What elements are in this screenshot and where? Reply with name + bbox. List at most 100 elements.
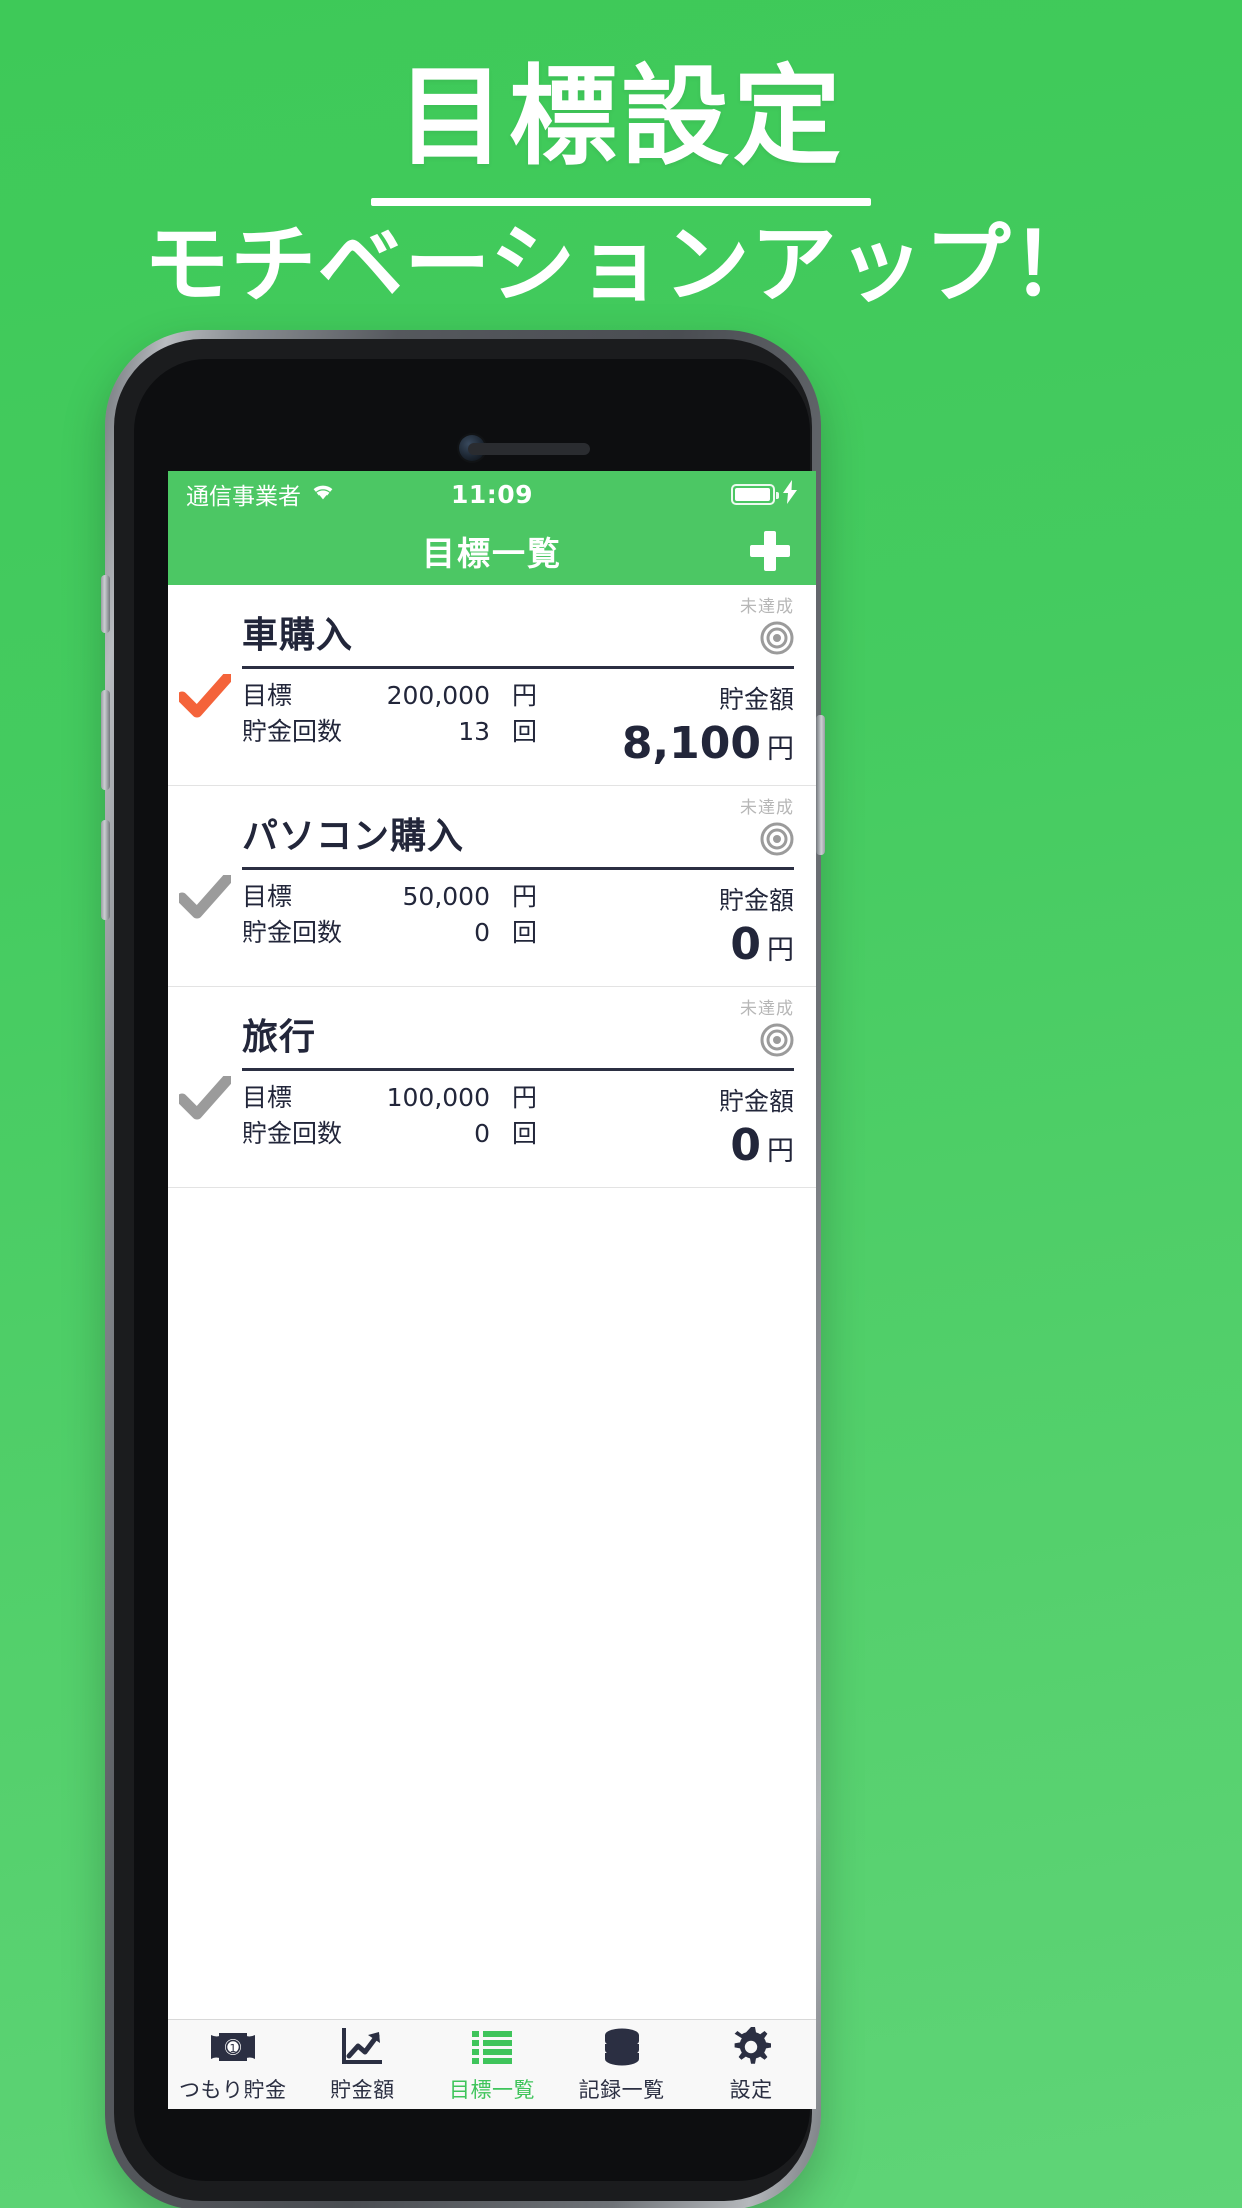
status-label: 未達成 (740, 597, 794, 617)
promo-divider (371, 198, 871, 207)
saved-amount-unit: 円 (767, 1136, 794, 1167)
goal-saved-amount: 貯金額 0円 (719, 879, 794, 970)
count-label: 貯金回数 (242, 717, 343, 747)
target-value: 50,000 (402, 882, 490, 911)
goal-check-cell[interactable] (168, 786, 242, 986)
goal-header: 車購入 未達成 (242, 599, 794, 669)
plus-icon[interactable] (750, 531, 790, 571)
tab-kiroku-ichiran[interactable]: 記録一覧 (557, 2020, 687, 2109)
saved-amount-unit: 円 (767, 935, 794, 966)
target-label: 目標 (242, 1083, 293, 1112)
target-unit: 円 (512, 882, 538, 911)
volume-down-button[interactable] (101, 820, 110, 920)
goal-metrics: 目標 200,000 円 貯金回数 13 回 貯金額 8,100 円 (242, 669, 794, 769)
lightning-bolt-icon (782, 480, 798, 508)
list-icon (471, 2026, 512, 2068)
saved-amount-label: 貯金額 (718, 685, 794, 714)
saved-amount-label: 貯金額 (718, 886, 794, 915)
phone-body: 通信事業者 11:09 目標一覧 車購入 未達成 目標 200,000 円 貯金… (114, 339, 816, 2201)
goal-title: 車購入 (242, 615, 354, 656)
target-bullseye-icon (760, 621, 794, 659)
tab-mokuhyo-ichiran[interactable]: 目標一覧 (427, 2020, 557, 2109)
saved-amount-value: 0 (730, 1120, 761, 1171)
checkmark-icon[interactable] (176, 671, 234, 722)
status-label: 未達成 (740, 999, 794, 1019)
table-row[interactable]: パソコン購入 未達成 目標 50,000 円 貯金回数 0 回 貯金額 0 円 (168, 786, 816, 987)
count-unit: 回 (512, 1119, 538, 1149)
saved-amount-value: 8,100 (621, 718, 761, 769)
count-value: 0 (474, 1119, 490, 1149)
target-value: 200,000 (386, 681, 490, 710)
goal-count-row: 貯金回数 0 回 (242, 915, 572, 951)
status-badge: 未達成 (740, 599, 794, 658)
count-value: 0 (474, 918, 490, 948)
battery-icon (731, 483, 779, 505)
goal-metrics-left: 目標 50,000 円 貯金回数 0 回 (242, 879, 572, 952)
saved-amount-label: 貯金額 (718, 1087, 794, 1116)
goal-metrics: 目標 50,000 円 貯金回数 0 回 貯金額 0 円 (242, 870, 794, 970)
phone-screen: 通信事業者 11:09 目標一覧 車購入 未達成 目標 200,000 円 貯金… (168, 471, 816, 2109)
goal-check-cell[interactable] (168, 585, 242, 785)
goal-check-cell[interactable] (168, 987, 242, 1187)
status-label: 未達成 (740, 798, 794, 818)
phone-bezel: 通信事業者 11:09 目標一覧 車購入 未達成 目標 200,000 円 貯金… (134, 359, 816, 2181)
count-label: 貯金回数 (242, 918, 343, 948)
goal-metrics-left: 目標 100,000 円 貯金回数 0 回 (242, 1080, 572, 1153)
goal-header: パソコン購入 未達成 (242, 800, 794, 870)
tab-label: つもり貯金 (179, 2077, 287, 2102)
target-value: 100,000 (386, 1083, 490, 1112)
count-unit: 回 (512, 918, 538, 948)
promo-title: 目標設定 (396, 55, 845, 180)
goal-header: 旅行 未達成 (242, 1001, 794, 1071)
goal-metrics-left: 目標 200,000 円 貯金回数 13 回 (242, 678, 572, 751)
svg-text:1: 1 (229, 2042, 236, 2055)
phone-mockup: 通信事業者 11:09 目標一覧 車購入 未達成 目標 200,000 円 貯金… (101, 330, 825, 2208)
tab-label: 貯金額 (330, 2077, 395, 2102)
volume-up-button[interactable] (101, 690, 110, 790)
goal-title: パソコン購入 (242, 816, 465, 857)
goal-target-row: 目標 100,000 円 (242, 1080, 572, 1116)
line-chart-icon (341, 2026, 383, 2068)
tab-settings[interactable]: 設定 (686, 2020, 816, 2109)
table-row[interactable]: 車購入 未達成 目標 200,000 円 貯金回数 13 回 貯金額 8,100… (168, 585, 816, 786)
page-title: 目標一覧 (422, 534, 562, 573)
target-unit: 円 (512, 1083, 538, 1112)
goal-saved-amount: 貯金額 8,100 円 (622, 678, 794, 769)
goal-body: 旅行 未達成 目標 100,000 円 貯金回数 0 回 貯金額 0 円 (242, 987, 816, 1187)
saved-amount-unit: 円 (767, 734, 794, 765)
target-bullseye-icon (760, 1023, 794, 1061)
table-row[interactable]: 旅行 未達成 目標 100,000 円 貯金回数 0 回 貯金額 0 円 (168, 987, 816, 1188)
goal-count-row: 貯金回数 0 回 (242, 1116, 572, 1152)
mute-switch[interactable] (101, 575, 110, 633)
target-unit: 円 (512, 681, 538, 710)
tab-label: 記録一覧 (578, 2077, 665, 2102)
banknote-icon: 1 (210, 2026, 256, 2068)
clock: 11:09 (450, 479, 534, 509)
promo-screenshot: 目標設定 モチベーションアップ！ 通信事業者 11:09 目標一覧 車購入 未達… (0, 0, 1242, 2208)
checkmark-icon[interactable] (176, 872, 234, 923)
status-bar: 通信事業者 11:09 (168, 471, 816, 517)
goal-metrics: 目標 100,000 円 貯金回数 0 回 貯金額 0 円 (242, 1071, 794, 1171)
goal-saved-amount: 貯金額 0円 (719, 1080, 794, 1171)
target-bullseye-icon (760, 822, 794, 860)
goal-list: 車購入 未達成 目標 200,000 円 貯金回数 13 回 貯金額 8,100… (168, 585, 816, 1188)
earpiece-speaker (468, 443, 590, 455)
count-label: 貯金回数 (242, 1119, 343, 1149)
tab-tsumori-chokin[interactable]: 1 つもり貯金 (168, 2020, 298, 2109)
status-badge: 未達成 (740, 800, 794, 859)
navigation-bar: 目標一覧 (168, 517, 816, 585)
tab-label: 目標一覧 (448, 2077, 535, 2102)
tab-chokin-gaku[interactable]: 貯金額 (298, 2020, 428, 2109)
goal-title: 旅行 (242, 1017, 317, 1058)
goal-count-row: 貯金回数 13 回 (242, 714, 572, 750)
goal-target-row: 目標 50,000 円 (242, 879, 572, 915)
gear-icon (731, 2026, 772, 2068)
status-badge: 未達成 (740, 1001, 794, 1060)
power-button[interactable] (816, 715, 825, 855)
tab-label: 設定 (729, 2077, 773, 2102)
target-label: 目標 (242, 681, 293, 710)
checkmark-icon[interactable] (176, 1073, 234, 1124)
promo-subtitle: モチベーションアップ！ (143, 215, 1099, 316)
saved-amount-value: 0 (730, 919, 761, 970)
database-icon (602, 2026, 642, 2068)
